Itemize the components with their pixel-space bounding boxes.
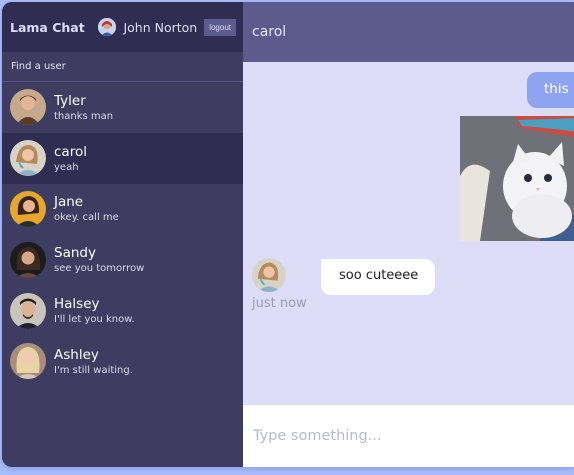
incoming-message-bubble: soo cuteeee xyxy=(321,259,435,295)
chat-last-message: yeah xyxy=(54,161,79,173)
chat-header-name: carol xyxy=(252,24,287,40)
avatar xyxy=(10,190,46,227)
avatar xyxy=(10,241,46,278)
owner-message-bubble: this i xyxy=(527,72,574,108)
chat-last-message: thanks man xyxy=(54,110,114,122)
chat-last-message: I'm still waiting. xyxy=(54,364,133,376)
avatar xyxy=(10,89,46,126)
chat-item-ashley[interactable]: Ashley I'm still waiting. xyxy=(2,336,243,387)
user-search xyxy=(2,52,243,82)
chat-last-message: okey. call me xyxy=(54,212,119,224)
current-user-avatar xyxy=(98,18,117,36)
kitten-photo[interactable] xyxy=(460,116,574,241)
chat-info: Sandy see you tomorrow xyxy=(54,245,144,274)
chat-last-message: I'll let you know. xyxy=(54,314,135,326)
current-user: John Norton logout xyxy=(98,18,236,36)
incoming-message-avatar xyxy=(252,258,286,292)
avatar xyxy=(10,292,46,329)
message-timestamp: just now xyxy=(252,296,307,311)
message-list: this i just now soo cuteeee xyxy=(243,62,574,405)
chat-item-carol[interactable]: carol yeah xyxy=(2,132,243,184)
avatar xyxy=(10,140,46,177)
chat-name: Sandy xyxy=(54,245,96,262)
current-user-name: John Norton xyxy=(123,19,198,35)
logout-button[interactable]: logout xyxy=(204,18,236,36)
chat-info: Jane okey. call me xyxy=(54,194,119,223)
avatar xyxy=(10,343,46,380)
app-logo: Lama Chat xyxy=(10,19,85,35)
chat-list: Tyler thanks man carol yeah Jane okey. c… xyxy=(2,82,243,467)
chat-info: Ashley I'm still waiting. xyxy=(54,347,133,376)
chat-name: carol xyxy=(54,143,87,160)
chat-name: Halsey xyxy=(54,296,100,313)
sidebar: Lama Chat John Norton logout Find a user… xyxy=(2,2,243,467)
app-window: Lama Chat John Norton logout Find a user… xyxy=(2,2,574,467)
chat-info: carol yeah xyxy=(54,144,87,173)
chat-name: Ashley xyxy=(54,346,99,363)
chat-info: Halsey I'll let you know. xyxy=(54,296,135,325)
chat-item-sandy[interactable]: Sandy see you tomorrow xyxy=(2,234,243,285)
message-input[interactable] xyxy=(253,428,564,444)
chat-name: Jane xyxy=(54,194,84,211)
chat-item-tyler[interactable]: Tyler thanks man xyxy=(2,82,243,133)
chat-name: Tyler xyxy=(54,92,86,109)
chat-panel: carol this i just now soo cuteeee Type s… xyxy=(243,2,574,467)
chat-info: Tyler thanks man xyxy=(54,93,113,122)
chat-item-jane[interactable]: Jane okey. call me xyxy=(2,184,243,235)
chat-item-halsey[interactable]: Halsey I'll let you know. xyxy=(2,285,243,336)
search-input[interactable] xyxy=(11,61,234,72)
chat-header: carol xyxy=(243,2,574,62)
sidebar-navbar: Lama Chat John Norton logout xyxy=(2,2,243,52)
message-composer xyxy=(243,405,574,467)
chat-last-message: see you tomorrow xyxy=(54,263,145,275)
